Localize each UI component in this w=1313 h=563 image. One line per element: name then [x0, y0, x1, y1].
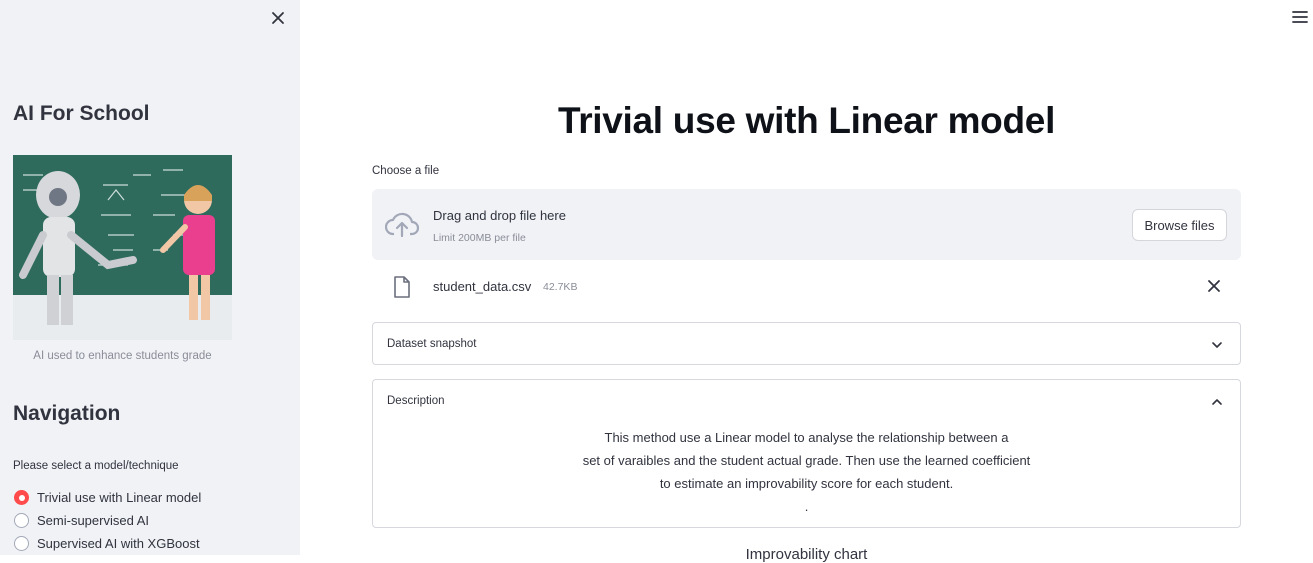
radio-selected-icon — [14, 490, 29, 505]
sidebar: AI For School AI used to enhance student… — [0, 0, 300, 555]
description-line: . — [804, 499, 809, 514]
description-text: This method use a Linear model to analys… — [373, 426, 1240, 518]
cloud-upload-icon — [385, 212, 419, 238]
radio-option-linear[interactable]: Trivial use with Linear model — [14, 486, 201, 509]
main-content: Trivial use with Linear model Choose a f… — [300, 0, 1313, 563]
chevron-down-icon[interactable] — [1210, 338, 1224, 352]
radio-option-label: Supervised AI with XGBoost — [37, 536, 200, 551]
hamburger-menu-icon[interactable] — [1291, 8, 1309, 26]
file-dropzone[interactable]: Drag and drop file here Limit 200MB per … — [372, 189, 1241, 260]
expander-description[interactable]: Description This method use a Linear mod… — [372, 379, 1241, 528]
file-icon — [394, 276, 410, 298]
radio-option-label: Semi-supervised AI — [37, 513, 149, 528]
remove-file-icon[interactable] — [1207, 279, 1221, 293]
browse-files-button[interactable]: Browse files — [1132, 209, 1227, 241]
image-caption: AI used to enhance students grade — [33, 350, 212, 362]
page-title: Trivial use with Linear model — [557, 100, 1056, 141]
radio-group-label: Please select a model/technique — [13, 460, 179, 472]
uploaded-file-row: student_data.csv 42.7KB — [372, 268, 1241, 304]
expander-title: Dataset snapshot — [387, 338, 477, 350]
description-line: set of varaibles and the student actual … — [582, 453, 1031, 468]
hero-image — [13, 155, 232, 340]
uploaded-file-name: student_data.csv — [433, 279, 532, 294]
file-uploader-label: Choose a file — [372, 165, 440, 177]
chevron-up-icon[interactable] — [1210, 395, 1224, 409]
description-line: to estimate an improvability score for e… — [659, 476, 954, 491]
dropzone-limit: Limit 200MB per file — [433, 232, 526, 244]
close-icon[interactable] — [268, 8, 288, 28]
radio-unselected-icon — [14, 513, 29, 528]
radio-option-xgboost[interactable]: Supervised AI with XGBoost — [14, 532, 201, 555]
uploaded-file-size: 42.7KB — [543, 281, 578, 293]
radio-unselected-icon — [14, 536, 29, 551]
dropzone-instructions: Drag and drop file here — [433, 208, 566, 223]
sidebar-title: AI For School — [13, 102, 150, 125]
description-line: This method use a Linear model to analys… — [604, 430, 1009, 445]
expander-dataset-snapshot[interactable]: Dataset snapshot — [372, 322, 1241, 365]
navigation-title: Navigation — [13, 402, 121, 425]
radio-option-semi-supervised[interactable]: Semi-supervised AI — [14, 509, 201, 532]
expander-title: Description — [387, 395, 445, 407]
model-radio-group: Trivial use with Linear model Semi-super… — [14, 486, 201, 555]
radio-option-label: Trivial use with Linear model — [37, 490, 202, 505]
